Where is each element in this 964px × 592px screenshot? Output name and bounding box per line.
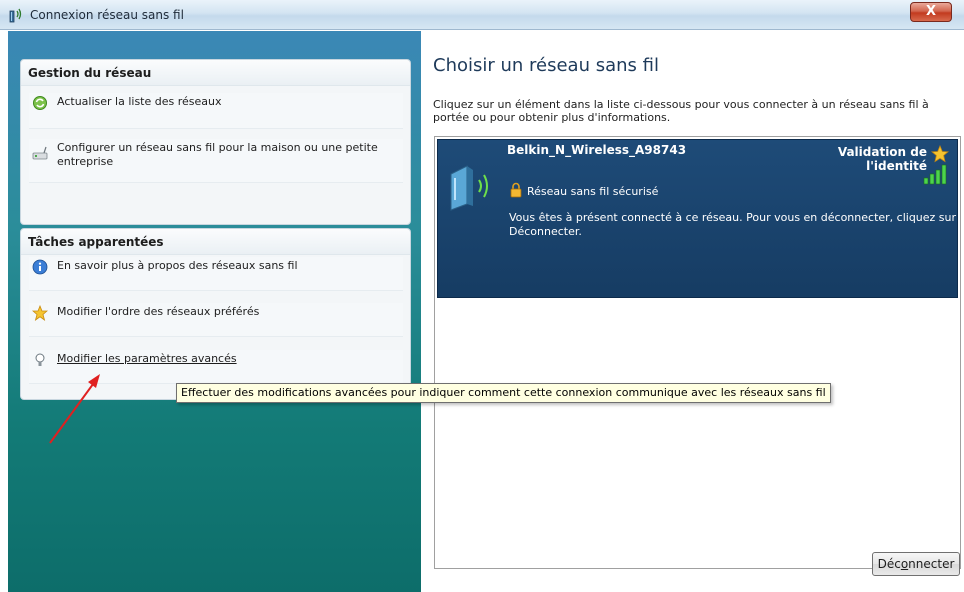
- star-icon: [32, 305, 48, 321]
- setup-network-task[interactable]: Configurer un réseau sans fil pour la ma…: [29, 139, 403, 183]
- wireless-router-icon: [450, 165, 488, 211]
- wireless-connection-window: Connexion réseau sans fil X Gestion du r…: [0, 0, 964, 592]
- title-bar[interactable]: Connexion réseau sans fil X: [0, 0, 964, 30]
- page-title: Choisir un réseau sans fil: [433, 55, 659, 76]
- network-status-line2: l'identité: [866, 159, 927, 173]
- refresh-networks-task[interactable]: Actualiser la liste des réseaux: [29, 93, 403, 129]
- signal-strength-icon: [923, 164, 947, 185]
- preferred-order-task[interactable]: Modifier l'ordre des réseaux préférés: [29, 303, 403, 337]
- related-tasks-header: Tâches apparentées: [21, 229, 410, 255]
- instruction-text: Cliquez sur un élément dans la liste ci-…: [433, 98, 929, 124]
- wireless-network-icon: [9, 8, 22, 23]
- refresh-networks-label: Actualiser la liste des réseaux: [57, 95, 222, 108]
- info-icon: [32, 259, 48, 275]
- task-pane: Gestion du réseau Actualiser la liste de…: [8, 31, 421, 592]
- router-icon: [32, 146, 48, 160]
- network-name: Belkin_N_Wireless_A98743: [507, 143, 687, 157]
- advanced-settings-link[interactable]: Modifier les paramètres avancés: [57, 352, 397, 366]
- advanced-settings-tooltip: Effectuer des modifications avancées pou…: [176, 383, 831, 403]
- settings-bulb-icon: [35, 353, 45, 366]
- network-management-panel: Gestion du réseau Actualiser la liste de…: [20, 59, 411, 225]
- disconnect-label-start: Déc: [877, 557, 901, 571]
- network-status-line1: Validation de: [837, 145, 927, 159]
- network-list[interactable]: Belkin_N_Wireless_A98743 Validation de l…: [434, 136, 961, 569]
- preferred-order-label: Modifier l'ordre des réseaux préférés: [57, 305, 260, 318]
- annotation-arrow-icon: [49, 374, 100, 444]
- favorite-star-icon: [931, 145, 949, 163]
- window-title: Connexion réseau sans fil: [30, 8, 184, 22]
- setup-network-label: Configurer un réseau sans fil pour la ma…: [57, 141, 378, 168]
- disconnect-label-end: nnecter: [908, 557, 955, 571]
- network-list-pane: Choisir un réseau sans fil Cliquez sur u…: [421, 31, 964, 592]
- close-icon: X: [925, 4, 937, 19]
- network-list-item[interactable]: Belkin_N_Wireless_A98743 Validation de l…: [437, 139, 958, 298]
- disconnect-button[interactable]: Déconnecter: [872, 552, 960, 576]
- network-management-header: Gestion du réseau: [21, 60, 410, 86]
- lock-icon: [510, 182, 522, 198]
- learn-more-task[interactable]: En savoir plus à propos des réseaux sans…: [29, 257, 403, 291]
- refresh-icon: [33, 96, 47, 110]
- learn-more-label: En savoir plus à propos des réseaux sans…: [57, 259, 298, 272]
- network-security: Réseau sans fil sécurisé: [527, 185, 659, 198]
- connection-info: Vous êtes à présent connecté à ce réseau…: [509, 211, 957, 238]
- close-button[interactable]: X: [910, 2, 952, 22]
- network-status: Validation de l'identité: [827, 145, 927, 173]
